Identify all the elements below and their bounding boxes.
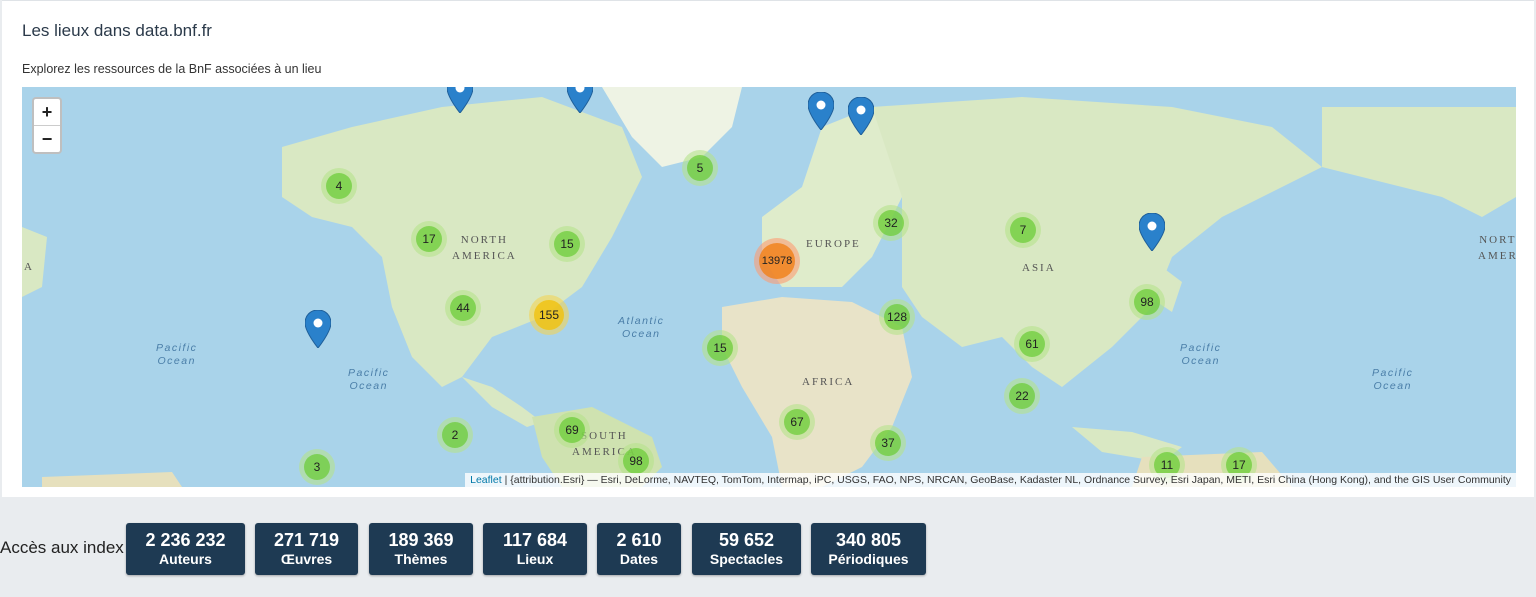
panel-title: Les lieux dans data.bnf.fr — [22, 21, 212, 40]
map-marker-icon[interactable] — [567, 87, 593, 113]
places-panel: Les lieux dans data.bnf.fr Explorez les … — [2, 0, 1534, 497]
cluster-count: 15 — [554, 231, 580, 257]
index-button-label: Auteurs — [159, 551, 212, 567]
label-pacific-ocean-3: Pacific Ocean — [1180, 342, 1222, 367]
index-count: 271 719 — [273, 530, 340, 550]
cluster-marker[interactable]: 15 — [702, 330, 738, 366]
label-atlantic-ocean: Atlantic Ocean — [618, 315, 665, 340]
panel-subtitle: Explorez les ressources de la BnF associ… — [22, 62, 322, 76]
label-north-america-right: NORT AMER — [1478, 234, 1516, 262]
cluster-marker[interactable]: 2 — [437, 417, 473, 453]
index-button-label: Lieux — [516, 551, 554, 567]
cluster-count: 61 — [1019, 331, 1045, 357]
cluster-count: 32 — [878, 210, 904, 236]
cluster-marker[interactable]: 32 — [873, 205, 909, 241]
cluster-count: 4 — [326, 173, 352, 199]
cluster-count: 5 — [687, 155, 713, 181]
index-count: 189 369 — [388, 530, 454, 550]
label-north-america: NORTH AMERICA — [452, 234, 517, 262]
cluster-marker[interactable]: 4 — [321, 168, 357, 204]
index-button-auteurs[interactable]: 2 236 232 Auteurs — [126, 523, 245, 575]
cluster-count: 128 — [884, 304, 910, 330]
cluster-marker[interactable]: 67 — [779, 404, 815, 440]
index-button-dates[interactable]: 2 610 Dates — [597, 523, 681, 575]
cluster-marker[interactable]: 5 — [682, 150, 718, 186]
index-button-themes[interactable]: 189 369 Thèmes — [369, 523, 473, 575]
map-marker-icon[interactable] — [808, 92, 834, 130]
cluster-marker[interactable]: 3 — [299, 449, 335, 485]
label-pacific-ocean-1: Pacific Ocean — [156, 342, 198, 367]
leaflet-link[interactable]: Leaflet — [470, 474, 502, 486]
zoom-in-button[interactable]: + — [34, 99, 60, 126]
world-map[interactable]: + − NORTH AMERICA EUROPE ASIA AFRICA SOU… — [22, 87, 1516, 487]
cluster-marker[interactable]: 98 — [1129, 284, 1165, 320]
index-button-periodiques[interactable]: 340 805 Périodiques — [811, 523, 926, 575]
cluster-count: 2 — [442, 422, 468, 448]
cluster-count: 69 — [559, 417, 585, 443]
index-count: 2 610 — [616, 530, 662, 550]
map-marker-icon[interactable] — [1139, 213, 1165, 251]
cluster-marker[interactable]: 22 — [1004, 378, 1040, 414]
label-pacific-ocean-2: Pacific Ocean — [348, 367, 390, 392]
cluster-count: 37 — [875, 430, 901, 456]
cluster-count: 17 — [416, 226, 442, 252]
map-basemap — [22, 87, 1516, 487]
cluster-count: 13978 — [759, 243, 795, 279]
label-africa: AFRICA — [802, 376, 855, 388]
cluster-marker[interactable]: 7 — [1005, 212, 1041, 248]
index-button-label: Périodiques — [828, 551, 909, 567]
index-count: 59 652 — [718, 530, 775, 550]
cluster-marker[interactable]: 37 — [870, 425, 906, 461]
cluster-count: 155 — [534, 300, 564, 330]
cluster-count: 67 — [784, 409, 810, 435]
map-marker-icon[interactable] — [305, 310, 331, 348]
cluster-count: 7 — [1010, 217, 1036, 243]
map-marker-icon[interactable] — [447, 87, 473, 113]
cluster-marker[interactable]: 155 — [529, 295, 569, 335]
map-attribution: Leaflet | {attribution.Esri} — Esri, DeL… — [465, 473, 1516, 487]
attribution-text: | {attribution.Esri} — Esri, DeLorme, NA… — [501, 474, 1511, 486]
cluster-marker[interactable]: 128 — [879, 299, 915, 335]
index-button-spectacles[interactable]: 59 652 Spectacles — [692, 523, 801, 575]
label-left-edge: A — [24, 261, 34, 273]
cluster-count: 3 — [304, 454, 330, 480]
zoom-out-button[interactable]: − — [34, 126, 60, 152]
index-button-label: Œuvres — [280, 551, 333, 567]
index-button-oeuvres[interactable]: 271 719 Œuvres — [255, 523, 358, 575]
index-count: 117 684 — [502, 530, 568, 550]
index-button-label: Spectacles — [709, 551, 784, 567]
index-button-lieux[interactable]: 117 684 Lieux — [483, 523, 587, 575]
index-bar: Accès aux index 2 236 232 Auteurs 271 71… — [0, 520, 1536, 580]
cluster-marker[interactable]: 17 — [411, 221, 447, 257]
label-europe: EUROPE — [806, 238, 861, 250]
cluster-marker[interactable]: 13978 — [754, 238, 800, 284]
cluster-count: 22 — [1009, 383, 1035, 409]
cluster-marker[interactable]: 44 — [445, 290, 481, 326]
cluster-count: 98 — [1134, 289, 1160, 315]
index-label: Accès aux index — [0, 538, 124, 557]
cluster-count: 44 — [450, 295, 476, 321]
label-asia: ASIA — [1022, 262, 1056, 274]
cluster-count: 98 — [623, 448, 649, 474]
index-count: 2 236 232 — [145, 530, 226, 550]
cluster-marker[interactable]: 61 — [1014, 326, 1050, 362]
cluster-count: 15 — [707, 335, 733, 361]
cluster-marker[interactable]: 15 — [549, 226, 585, 262]
index-button-label: Thèmes — [394, 551, 448, 567]
zoom-control: + − — [32, 97, 62, 154]
cluster-marker[interactable]: 69 — [554, 412, 590, 448]
label-pacific-ocean-4: Pacific Ocean — [1372, 367, 1414, 392]
map-marker-icon[interactable] — [848, 97, 874, 135]
index-count: 340 805 — [835, 530, 902, 550]
index-button-label: Dates — [619, 551, 659, 567]
